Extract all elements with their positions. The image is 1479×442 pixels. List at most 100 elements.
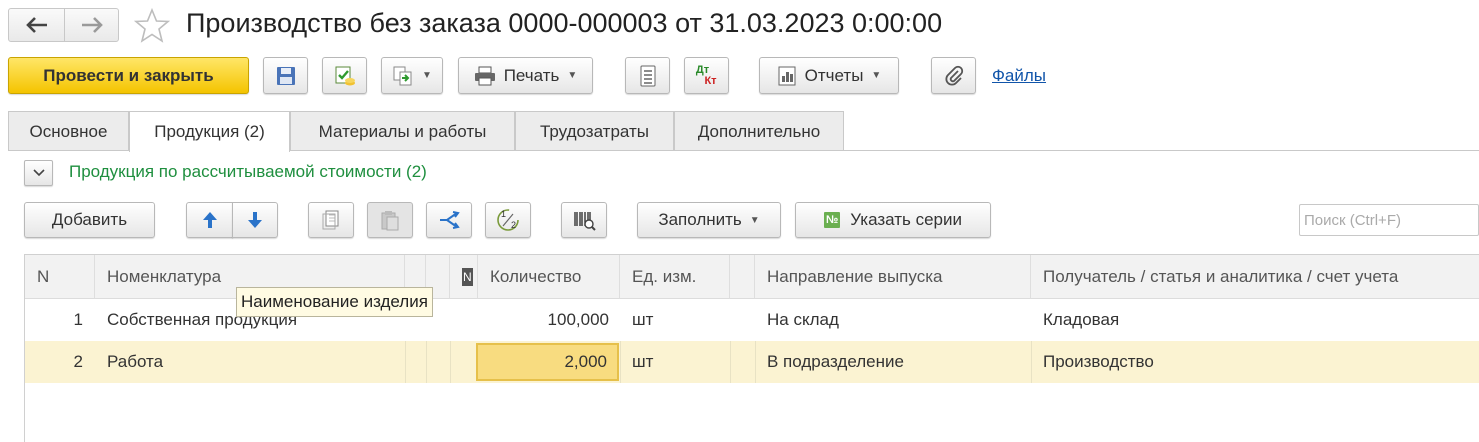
column-divider <box>426 341 427 383</box>
paste-icon <box>381 211 399 231</box>
group-title: Продукция по рассчитываемой стоимости (2… <box>69 162 427 181</box>
column-header-label: Количество <box>490 266 582 286</box>
ratio-bottom: 2 <box>511 220 517 230</box>
ratio-icon <box>497 209 519 231</box>
column-header-quantity[interactable]: Количество <box>478 255 620 299</box>
column-header-label: Направление выпуска <box>767 266 943 286</box>
dt-kt-button[interactable]: Дт Кт <box>684 57 729 94</box>
reports-label: Отчеты <box>804 65 864 85</box>
save-button[interactable] <box>263 57 308 94</box>
column-header-direction[interactable]: Направление выпуска <box>755 255 1031 299</box>
cell-nomenclature[interactable]: Работа <box>95 341 405 383</box>
kt-label: Кт <box>704 74 717 87</box>
cell-quantity-active[interactable]: 2,000 <box>476 343 619 381</box>
column-header-unit[interactable]: Ед. изм. <box>620 255 730 299</box>
post-and-close-button[interactable]: Провести и закрыть <box>8 57 249 94</box>
document-list-icon <box>640 65 655 86</box>
arrow-right-icon <box>81 17 103 33</box>
cell-unit[interactable]: шт <box>620 341 730 383</box>
back-button[interactable] <box>8 8 65 42</box>
barcode-icon <box>574 212 596 231</box>
tab-materials[interactable]: Материалы и работы <box>290 111 515 151</box>
copy-button[interactable] <box>308 202 354 238</box>
distribute-button[interactable]: 1 2 <box>485 202 531 238</box>
cell-n: 1 <box>73 310 83 329</box>
print-label: Печать <box>503 65 560 85</box>
arrow-left-icon <box>25 17 47 33</box>
chevron-down-icon: ▼ <box>567 70 578 81</box>
specify-series-label: Указать серии <box>850 210 963 229</box>
save-icon <box>276 66 295 85</box>
cell-direction[interactable]: На склад <box>755 299 1031 341</box>
copy-icon <box>322 210 339 230</box>
cell-n: 2 <box>73 352 83 371</box>
column-header-label: Ед. изм. <box>632 266 697 286</box>
cell-recipient[interactable]: Кладовая <box>1031 299 1479 341</box>
group-collapse-button[interactable] <box>24 160 53 186</box>
column-header-recipient[interactable]: Получатель / статья и аналитика / счет у… <box>1031 255 1479 299</box>
column-header-empty-3[interactable] <box>730 255 755 299</box>
column-header-series-flag[interactable]: N <box>450 255 478 299</box>
tab-label: Трудозатраты <box>539 121 649 141</box>
cell-quantity[interactable]: 100,000 <box>478 299 609 341</box>
dt-label: Дт <box>695 63 710 76</box>
tab-label: Основное <box>29 121 108 141</box>
barcode-search-button[interactable] <box>561 202 607 238</box>
arrow-down-icon <box>248 212 262 228</box>
search-input[interactable]: Поиск (Ctrl+F) <box>1299 204 1479 236</box>
move-up-button[interactable] <box>186 202 233 238</box>
tab-labor[interactable]: Трудозатраты <box>515 111 674 151</box>
report-icon <box>778 66 796 85</box>
ratio-top: 1 <box>501 209 507 219</box>
cell-recipient[interactable]: Производство <box>1031 341 1479 383</box>
paperclip-icon <box>944 65 963 86</box>
split-line-button[interactable] <box>426 202 472 238</box>
fill-button[interactable]: Заполнить ▼ <box>637 202 781 238</box>
attach-files-button[interactable] <box>931 57 976 94</box>
series-number-icon: № <box>823 212 841 228</box>
print-button[interactable]: Печать ▼ <box>458 57 593 94</box>
products-table: N Номенклатура N Количество Ед. изм. Нап… <box>24 254 1479 442</box>
structure-button[interactable] <box>625 57 670 94</box>
tab-cover <box>130 150 289 151</box>
tab-additional[interactable]: Дополнительно <box>674 111 844 151</box>
move-down-button[interactable] <box>232 202 278 238</box>
tab-main[interactable]: Основное <box>8 111 129 151</box>
table-row[interactable]: 2 Работа 2,000 шт В подразделение Произв… <box>25 341 1479 383</box>
forward-button[interactable] <box>64 8 119 42</box>
chevron-down-icon <box>32 169 45 177</box>
column-header-label: N <box>37 266 50 286</box>
files-link[interactable]: Файлы <box>992 66 1046 86</box>
create-based-on-icon <box>393 66 412 85</box>
column-header-n[interactable]: N <box>25 255 95 299</box>
tab-products[interactable]: Продукция (2) <box>129 111 290 152</box>
specify-series-button[interactable]: № Указать серии <box>795 202 991 238</box>
paste-button[interactable] <box>367 202 413 238</box>
favorite-star-icon[interactable] <box>134 8 170 44</box>
chevron-down-icon: ▼ <box>422 70 432 81</box>
column-header-label: Номенклатура <box>107 266 222 286</box>
create-based-on-button[interactable]: ▼ <box>381 57 443 94</box>
add-label: Добавить <box>51 210 128 229</box>
printer-icon <box>474 66 495 85</box>
reports-button[interactable]: Отчеты ▼ <box>759 57 899 94</box>
tab-label: Дополнительно <box>697 121 821 141</box>
page-title: Производство без заказа 0000-000003 от 3… <box>186 8 943 38</box>
tab-label: Продукция (2) <box>154 122 265 141</box>
chevron-down-icon: ▼ <box>871 70 882 81</box>
search-placeholder: Поиск (Ctrl+F) <box>1304 211 1401 229</box>
series-flag-icon: N <box>462 267 473 286</box>
arrow-up-icon <box>202 212 217 228</box>
post-document-icon <box>335 66 355 85</box>
add-button[interactable]: Добавить <box>24 202 155 238</box>
post-and-close-label: Провести и закрыть <box>43 65 214 85</box>
post-button[interactable] <box>322 57 367 94</box>
chevron-down-icon: ▼ <box>749 214 760 226</box>
cell-direction[interactable]: В подразделение <box>755 341 1031 383</box>
tab-label: Материалы и работы <box>318 121 487 141</box>
fill-label: Заполнить <box>658 210 742 229</box>
column-divider <box>730 341 731 383</box>
column-header-label: Получатель / статья и аналитика / счет у… <box>1043 266 1399 286</box>
column-divider <box>405 341 406 383</box>
cell-unit[interactable]: шт <box>620 299 730 341</box>
